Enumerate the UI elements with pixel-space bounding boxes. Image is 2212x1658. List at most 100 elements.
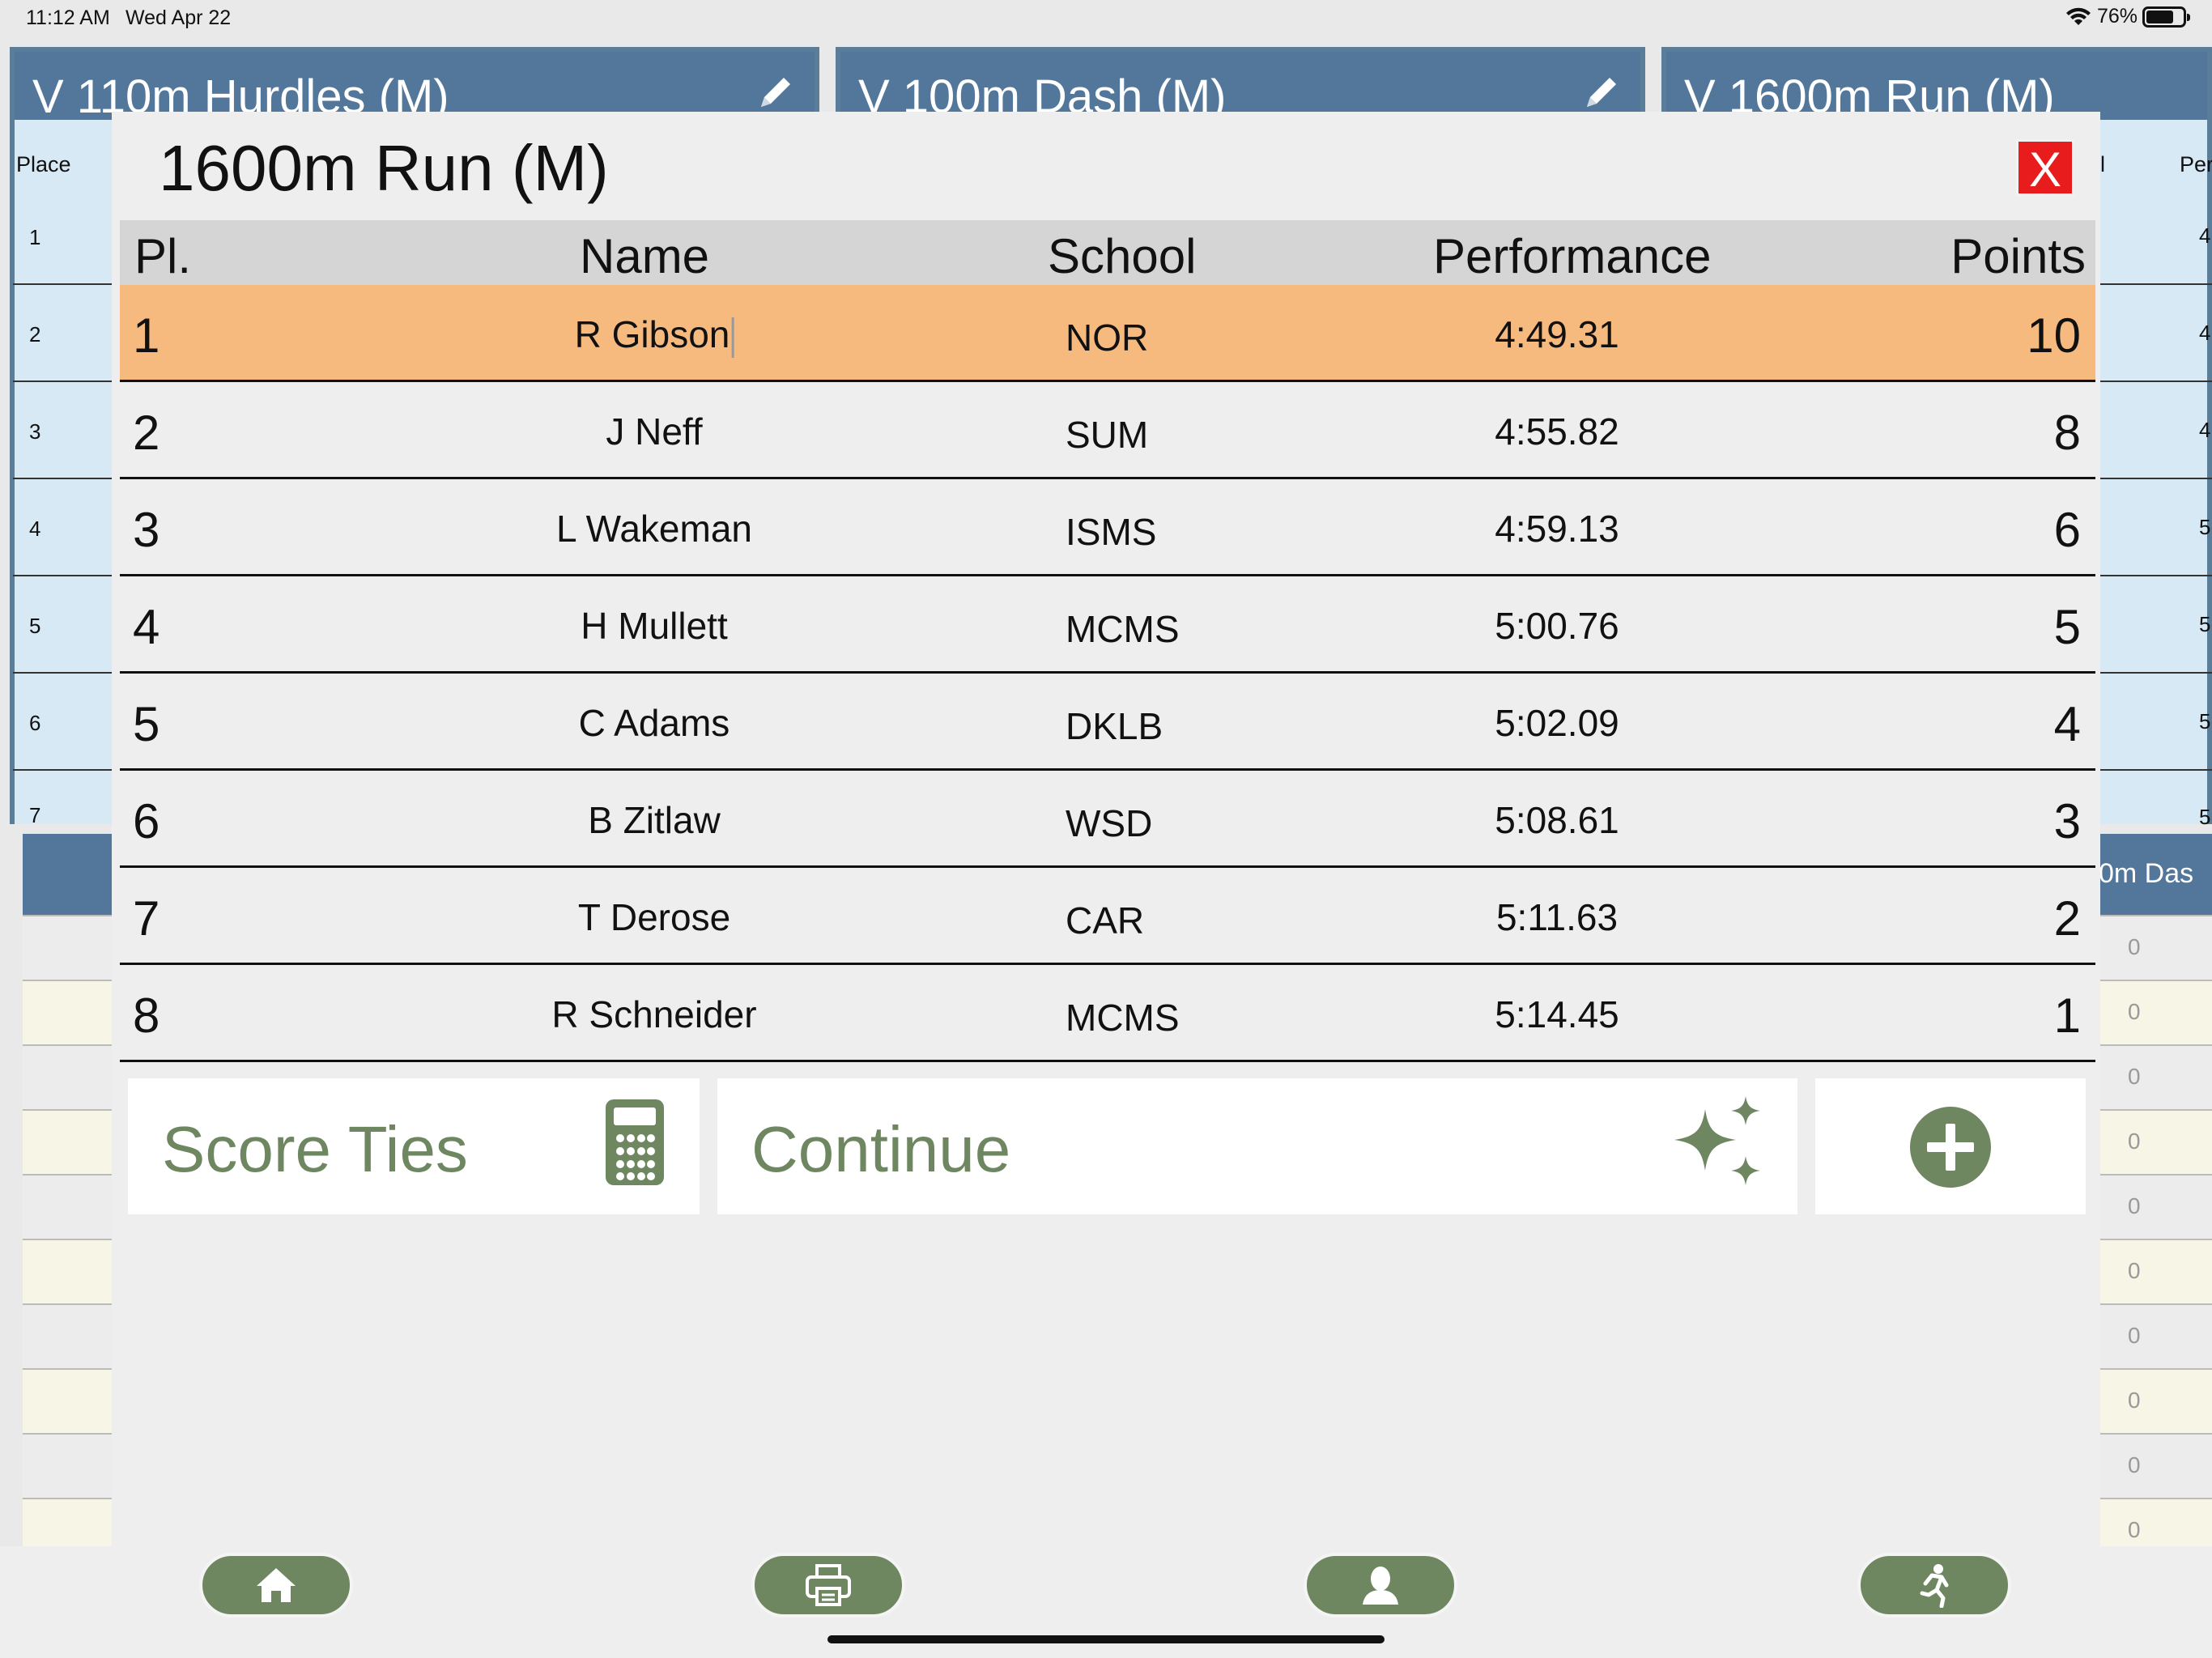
table-row[interactable]: 3 L Wakeman ISMS 4:59.13 6 (120, 479, 2095, 576)
place-cell: 3 (133, 503, 160, 557)
name-cell[interactable]: B Zitlaw (588, 798, 721, 842)
school-cell: ISMS (1066, 511, 1157, 553)
team-score-cell: 0 (2128, 1388, 2141, 1413)
table-row[interactable]: 6 B Zitlaw WSD 5:08.61 3 (120, 771, 2095, 868)
performance-cell[interactable]: 5:02.09 (1495, 701, 1619, 745)
place-cell: 2 (29, 322, 41, 346)
table-row[interactable]: 1 R Gibson NOR 4:49.31 10 (120, 285, 2095, 382)
continue-button[interactable]: Continue (717, 1078, 1797, 1214)
place-cell: 6 (133, 794, 160, 848)
performance-cell[interactable]: 5:08.61 (1495, 798, 1619, 842)
athlete-button[interactable] (1304, 1553, 1457, 1618)
school-cell: NOR (1066, 317, 1149, 359)
runner-icon (1920, 1564, 1949, 1608)
place-cell: 5 (133, 697, 160, 751)
person-icon (1363, 1567, 1398, 1605)
team-score-cell: 0 (2128, 999, 2141, 1024)
performance-cell-partial: 5 (2199, 515, 2211, 539)
status-date: Wed Apr 22 (125, 6, 232, 29)
place-cell: 1 (29, 225, 41, 249)
performance-cell[interactable]: 5:00.76 (1495, 604, 1619, 648)
performance-cell-partial: 4 (2199, 418, 2211, 442)
place-cell: 8 (133, 988, 160, 1043)
home-indicator[interactable] (827, 1635, 1385, 1643)
place-cell: 4 (133, 600, 160, 654)
points-cell: 10 (2027, 308, 2081, 363)
school-cell: DKLB (1066, 705, 1163, 747)
print-button[interactable] (751, 1553, 905, 1618)
home-button[interactable] (199, 1553, 353, 1618)
name-cell[interactable]: R Gibson (575, 312, 734, 358)
print-icon (806, 1564, 851, 1606)
place-cell: 7 (133, 891, 160, 946)
table-row[interactable]: 4 H Mullett MCMS 5:00.76 5 (120, 576, 2095, 674)
status-bar: 11:12 AM Wed Apr 22 76% (0, 0, 2212, 39)
team-score-cell: 0 (2128, 1193, 2141, 1218)
wifi-icon (2065, 7, 2091, 25)
school-cell: CAR (1066, 899, 1145, 942)
performance-header-partial: Per (2180, 152, 2212, 176)
close-button[interactable]: X (2016, 139, 2074, 197)
place-cell: 5 (29, 614, 41, 638)
pencil-icon[interactable] (1580, 71, 1623, 113)
score-ties-label: Score Ties (162, 1113, 468, 1185)
points-cell: 4 (2053, 697, 2081, 751)
event-card-header: V 100m Dash (M) (840, 52, 1640, 120)
team-score-cell: 0 (2128, 934, 2141, 959)
battery-percent: 76% (2096, 5, 2138, 28)
continue-label: Continue (751, 1113, 1011, 1185)
points-cell: 1 (2053, 988, 2081, 1043)
events-button[interactable] (1857, 1553, 2011, 1618)
column-header-place: Pl. (134, 229, 192, 283)
name-cell[interactable]: J Neff (606, 410, 702, 453)
home-icon (257, 1568, 296, 1602)
text-cursor (731, 317, 734, 358)
performance-cell-partial: 5 (2199, 612, 2211, 636)
team-score-cell: 0 (2128, 1517, 2141, 1542)
score-ties-button[interactable]: Score Ties (128, 1078, 700, 1214)
place-cell: 2 (133, 406, 160, 460)
performance-cell-partial: 5 (2199, 709, 2211, 733)
performance-cell[interactable]: 4:49.31 (1495, 312, 1619, 356)
name-cell[interactable]: T Derose (578, 895, 730, 939)
table-row[interactable]: 2 J Neff SUM 4:55.82 8 (120, 382, 2095, 479)
name-cell[interactable]: H Mullett (581, 604, 727, 648)
event-results-modal: 1600m Run (M) X Pl. Name School Performa… (112, 112, 2100, 1546)
status-right: 76% (2065, 5, 2190, 28)
add-result-button[interactable] (1815, 1078, 2086, 1214)
event-card-header: V 110m Hurdles (M) (15, 52, 815, 120)
name-cell[interactable]: C Adams (579, 701, 730, 745)
points-cell: 8 (2053, 406, 2081, 460)
place-cell: 4 (29, 517, 41, 541)
name-cell[interactable]: L Wakeman (556, 507, 752, 551)
team-score-cell: 0 (2128, 1129, 2141, 1154)
team-score-cell: 0 (2128, 1064, 2141, 1089)
team-scores-column-partial: 0m Das (2099, 858, 2194, 889)
performance-cell[interactable]: 4:55.82 (1495, 410, 1619, 453)
column-header-school: School (1048, 229, 1197, 283)
modal-title: 1600m Run (M) (159, 132, 609, 204)
team-score-cell: 0 (2128, 1323, 2141, 1348)
points-cell: 2 (2053, 891, 2081, 946)
performance-cell[interactable]: 5:14.45 (1495, 993, 1619, 1036)
team-score-cell: 0 (2128, 1452, 2141, 1477)
table-row[interactable]: 8 R Schneider MCMS 5:14.45 1 (120, 965, 2095, 1062)
performance-cell[interactable]: 4:59.13 (1495, 507, 1619, 551)
column-header-partial: l (2100, 152, 2105, 176)
column-header-performance: Performance (1433, 229, 1712, 283)
performance-cell[interactable]: 5:11.63 (1496, 895, 1618, 939)
name-cell[interactable]: R Schneider (551, 993, 756, 1036)
points-cell: 3 (2053, 794, 2081, 848)
table-row[interactable]: 7 T Derose CAR 5:11.63 2 (120, 868, 2095, 965)
sparkles-icon (1674, 1096, 1760, 1185)
performance-cell-partial: 5 (2199, 805, 2211, 829)
place-cell: 6 (29, 711, 41, 735)
battery-icon (2142, 6, 2190, 28)
table-row[interactable]: 5 C Adams DKLB 5:02.09 4 (120, 674, 2095, 771)
place-cell: 1 (133, 308, 160, 363)
points-cell: 5 (2053, 600, 2081, 654)
place-cell: 3 (29, 419, 41, 444)
points-cell: 6 (2053, 503, 2081, 557)
pencil-icon[interactable] (755, 71, 797, 113)
column-header-points: Points (1950, 229, 2086, 283)
